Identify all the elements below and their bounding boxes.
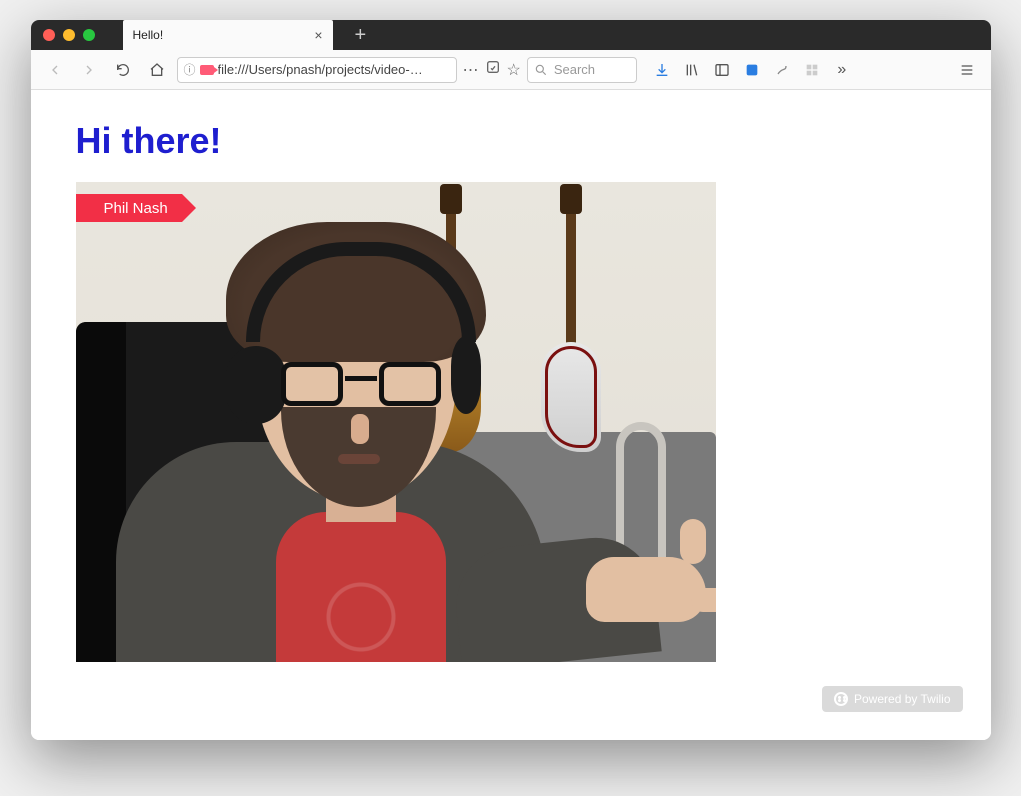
minimize-window-button[interactable] (63, 29, 75, 41)
close-window-button[interactable] (43, 29, 55, 41)
back-button[interactable] (41, 56, 69, 84)
page-content: Hi there! (31, 90, 991, 740)
person-shirt (276, 512, 446, 662)
participant-name-ribbon: Phil Nash (76, 194, 182, 222)
search-icon (534, 63, 548, 77)
page-actions: ⋯ ☆ (463, 59, 521, 80)
background-guitar (536, 192, 606, 452)
browser-tab[interactable]: Hello! × (123, 20, 333, 50)
sidebar-icon[interactable] (713, 61, 731, 79)
menu-button[interactable] (953, 56, 981, 84)
camera-permission-icon[interactable] (200, 65, 214, 75)
person-nose (351, 414, 369, 444)
forward-button[interactable] (75, 56, 103, 84)
badge-label: Powered by Twilio (854, 692, 951, 706)
twilio-logo-icon (834, 692, 848, 706)
home-button[interactable] (143, 56, 171, 84)
pocket-icon[interactable] (743, 61, 761, 79)
headphone-cup (451, 336, 481, 414)
downloads-icon[interactable] (653, 61, 671, 79)
bookmark-star-icon[interactable]: ☆ (507, 60, 521, 80)
close-tab-icon[interactable]: × (314, 27, 322, 43)
browser-window: Hello! × + ⓘ file:///Users/pnash/project… (31, 20, 991, 740)
page-heading: Hi there! (76, 120, 946, 162)
extension-icon[interactable] (773, 61, 791, 79)
new-tab-button[interactable]: + (355, 24, 367, 47)
browser-toolbar: ⓘ file:///Users/pnash/projects/video-… ⋯… (31, 50, 991, 90)
search-placeholder: Search (554, 62, 595, 77)
maximize-window-button[interactable] (83, 29, 95, 41)
toolbar-icons: » (653, 61, 851, 79)
person-mouth (338, 454, 380, 464)
headphone-cup (226, 346, 286, 424)
person-thumb (680, 519, 706, 564)
more-actions-icon[interactable]: ⋯ (463, 60, 479, 80)
person-hand (586, 557, 706, 622)
participant-name-label: Phil Nash (104, 200, 168, 217)
addon-icon[interactable] (803, 61, 821, 79)
url-text: file:///Users/pnash/projects/video-… (218, 62, 450, 77)
address-bar[interactable]: ⓘ file:///Users/pnash/projects/video-… (177, 57, 457, 83)
overflow-icon[interactable]: » (833, 61, 851, 79)
search-bar[interactable]: Search (527, 57, 637, 83)
powered-by-badge[interactable]: Powered by Twilio (822, 686, 963, 712)
site-info-icon[interactable]: ⓘ (184, 61, 196, 78)
reload-button[interactable] (109, 56, 137, 84)
window-controls (43, 29, 95, 41)
video-stream: Phil Nash (76, 182, 716, 662)
tab-title: Hello! (133, 28, 164, 42)
library-icon[interactable] (683, 61, 701, 79)
reader-mode-icon[interactable] (485, 59, 501, 80)
person-glasses (281, 362, 441, 410)
titlebar: Hello! × + (31, 20, 991, 50)
person-finger (691, 588, 716, 612)
